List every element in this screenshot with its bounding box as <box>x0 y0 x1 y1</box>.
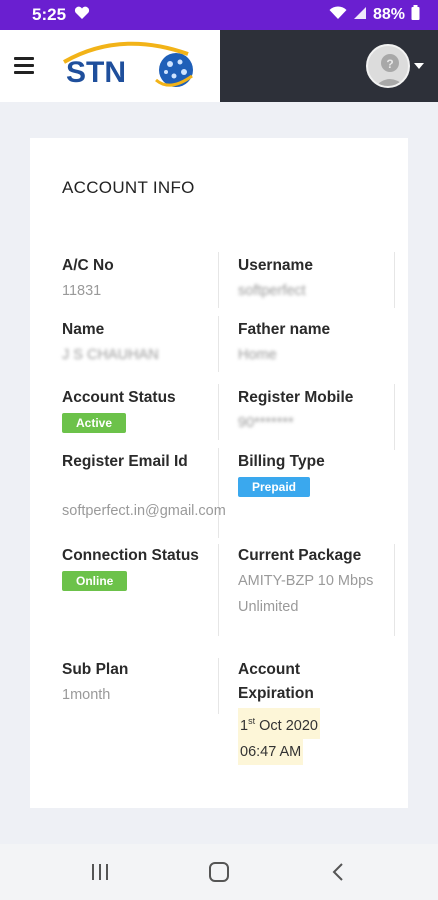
wifi-icon <box>329 5 347 25</box>
svg-text:STN: STN <box>66 56 126 89</box>
field-current-package: Current Package AMITY-BZP 10 Mbps Unlimi… <box>238 544 378 620</box>
back-button[interactable] <box>318 852 358 892</box>
column-divider <box>394 544 395 636</box>
chevron-down-icon <box>414 63 424 69</box>
username-value: softperfect <box>238 283 306 299</box>
field-label: Father name <box>238 321 331 338</box>
account-expiration-value: 1st Oct 2020 06:47 AM <box>238 708 368 765</box>
sub-plan-value: 1month <box>62 687 111 703</box>
avatar: ? <box>366 44 410 88</box>
column-divider <box>218 448 219 538</box>
battery-level: 88% <box>372 6 405 23</box>
name-value: J S CHAUHAN <box>62 347 159 363</box>
app-bar: STN ? <box>0 30 438 102</box>
expiration-day: 1 <box>240 717 249 734</box>
user-menu-button[interactable]: ? <box>366 44 424 88</box>
home-button[interactable] <box>199 852 239 892</box>
expiration-time: 06:47 AM <box>238 738 304 765</box>
recent-apps-icon <box>91 864 108 880</box>
field-ac-no: A/C No 11831 <box>62 254 232 304</box>
account-status-badge: Active <box>62 413 127 433</box>
field-label: Sub Plan <box>62 661 129 678</box>
field-label: Account Status <box>62 389 176 406</box>
current-package-value: AMITY-BZP 10 Mbps Unlimited <box>238 573 374 615</box>
field-register-email: Register Email Id <box>62 450 212 474</box>
field-father-name: Father name Home <box>238 318 408 368</box>
heart-icon <box>74 5 90 25</box>
account-info-card: ACCOUNT INFO A/C No 11831 Username softp… <box>30 138 408 808</box>
field-label: Connection Status <box>62 547 199 564</box>
field-name: Name J S CHAUHAN <box>62 318 232 368</box>
father-name-value: Home <box>238 347 277 363</box>
field-label: Register Email Id <box>62 453 188 470</box>
system-nav-bar <box>0 844 438 900</box>
svg-text:?: ? <box>386 57 393 71</box>
connection-status-badge: Online <box>62 571 128 591</box>
field-label: Username <box>238 257 313 274</box>
expiration-month-year: Oct 2020 <box>255 717 318 734</box>
field-sub-plan: Sub Plan 1month <box>62 658 232 708</box>
column-divider <box>218 544 219 636</box>
signal-icon <box>353 6 367 25</box>
status-time: 5:25 <box>32 5 67 24</box>
field-label: Register Mobile <box>238 389 354 406</box>
status-left: 5:25 <box>32 5 90 25</box>
status-bar: 5:25 88% <box>0 0 438 30</box>
field-label: Account Expiration <box>238 661 314 702</box>
menu-icon[interactable] <box>14 57 34 75</box>
field-label: Name <box>62 321 105 338</box>
ac-no-value: 11831 <box>62 283 102 299</box>
card-title: ACCOUNT INFO <box>62 178 195 197</box>
field-register-mobile: Register Mobile 90******* <box>238 386 408 436</box>
battery-icon <box>411 5 420 25</box>
field-label: A/C No <box>62 257 114 274</box>
field-account-expiration: Account Expiration 1st Oct 2020 06:47 AM <box>238 658 368 765</box>
back-icon <box>332 863 344 881</box>
field-billing-type: Billing Type Prepaid <box>238 450 408 497</box>
field-label: Current Package <box>238 547 362 564</box>
register-email-value: softperfect.in@gmail.com <box>62 503 226 519</box>
app-bar-brand-area: STN <box>0 30 220 102</box>
app-bar-user-area: ? <box>220 30 438 102</box>
expiration-date: 1st Oct 2020 <box>238 708 320 739</box>
home-icon <box>208 862 229 882</box>
register-mobile-value: 90******* <box>238 415 294 431</box>
field-label: Billing Type <box>238 453 325 470</box>
status-right: 88% <box>329 5 420 25</box>
field-username: Username softperfect <box>238 254 408 304</box>
billing-type-badge: Prepaid <box>238 477 311 497</box>
recent-apps-button[interactable] <box>80 852 120 892</box>
field-connection-status: Connection Status Online <box>62 544 202 591</box>
stn-logo: STN <box>60 36 200 96</box>
field-account-status: Account Status Active <box>62 386 232 433</box>
